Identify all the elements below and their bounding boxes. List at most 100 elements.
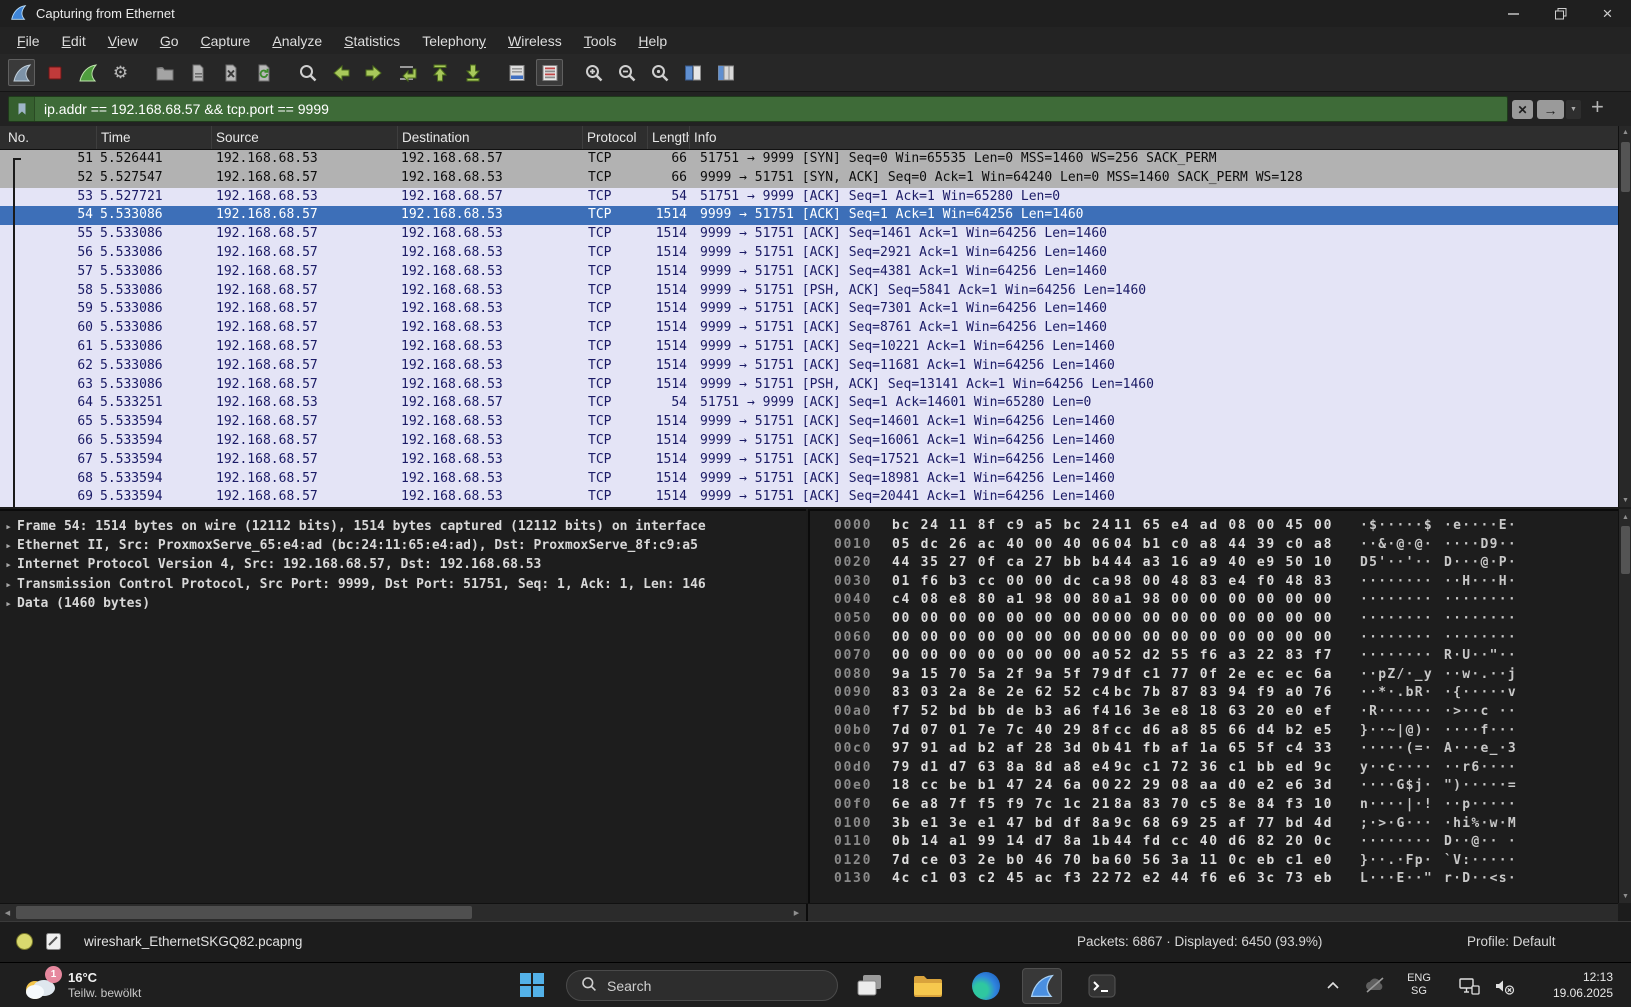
packet-row[interactable]: 54 5.533086 192.168.68.57 192.168.68.53 TCP 1… (0, 206, 1618, 226)
menu-view[interactable]: View (97, 30, 149, 52)
filter-bookmark-icon[interactable] (9, 97, 35, 121)
menu-file[interactable]: File (6, 30, 51, 52)
columns-button[interactable] (712, 59, 739, 86)
hex-row[interactable]: 00e0 18 cc be b1 47 24 6a 00 22 29 08 aa d… (834, 777, 1618, 796)
close-button[interactable]: × (1584, 0, 1631, 27)
hex-row[interactable]: 0070 00 00 00 00 00 00 00 a0 52 d2 55 f6 a… (834, 647, 1618, 666)
zoom-out-button[interactable] (613, 59, 640, 86)
minimize-button[interactable] (1490, 0, 1537, 27)
filter-apply-button[interactable]: → (1537, 100, 1564, 119)
hex-row[interactable]: 0090 83 03 2a 8e 2e 62 52 c4 bc 7b 87 83 9… (834, 684, 1618, 703)
open-file-button[interactable] (151, 59, 178, 86)
find-packet-button[interactable] (294, 59, 321, 86)
tray-chevron[interactable] (1326, 963, 1340, 1007)
hex-row[interactable]: 0080 9a 15 70 5a 2f 9a 5f 79 df c1 77 0f 2… (834, 666, 1618, 685)
colorize-packets-button[interactable] (536, 59, 563, 86)
packet-row[interactable]: 51 5.526441 192.168.68.53 192.168.68.57 TCP 6… (0, 150, 1618, 169)
weather-widget[interactable]: 1 16°C Teilw. bewölkt (22, 966, 141, 1003)
menu-wireless[interactable]: Wireless (497, 30, 573, 52)
detail-line[interactable]: ▸ Internet Protocol Version 4, Src: 192.1… (0, 555, 806, 574)
filter-clear-button[interactable]: ✕ (1512, 100, 1533, 119)
packet-row[interactable]: 65 5.533594 192.168.68.57 192.168.68.53 TCP 1… (0, 413, 1618, 432)
profile-selector[interactable]: Profile: Default (1467, 934, 1556, 949)
resize-columns-button[interactable] (679, 59, 706, 86)
display-filter-input[interactable]: ip.addr == 192.168.68.57 && tcp.port == … (8, 96, 1508, 122)
expand-caret-icon[interactable]: ▸ (0, 517, 17, 536)
horizontal-scrollbar[interactable]: ◀ ▶ (0, 903, 1618, 922)
onedrive-icon[interactable] (1364, 963, 1386, 1007)
hex-row[interactable]: 0000 bc 24 11 8f c9 a5 bc 24 11 65 e4 ad 0… (834, 517, 1618, 536)
menu-help[interactable]: Help (627, 30, 678, 52)
detail-line[interactable]: ▸ Ethernet II, Src: ProxmoxServe_65:e4:ad… (0, 536, 806, 555)
hex-row[interactable]: 0130 4c c1 03 c2 45 ac f3 22 72 e2 44 f6 e… (834, 870, 1618, 889)
scrollbar-thumb[interactable] (16, 906, 472, 919)
go-top-button[interactable] (426, 59, 453, 86)
packet-row[interactable]: 52 5.527547 192.168.68.57 192.168.68.53 TCP 6… (0, 168, 1618, 188)
hex-row[interactable]: 0110 0b 14 a1 99 14 d7 8a 1b 44 fd cc 40 d… (834, 833, 1618, 852)
reload-file-button[interactable] (250, 59, 277, 86)
filter-dropdown-caret[interactable]: ▼ (1566, 100, 1581, 119)
wireshark-taskbar-button[interactable] (1022, 968, 1062, 1004)
task-view-button[interactable] (850, 971, 890, 1001)
capture-options-button[interactable]: ⚙ (107, 59, 134, 86)
packet-row[interactable]: 59 5.533086 192.168.68.57 192.168.68.53 TCP 1… (0, 300, 1618, 320)
hex-row[interactable]: 0040 c4 08 e8 80 a1 98 00 80 a1 98 00 00 0… (834, 591, 1618, 610)
hex-row[interactable]: 0060 00 00 00 00 00 00 00 00 00 00 00 00 0… (834, 629, 1618, 648)
hex-row[interactable]: 0050 00 00 00 00 00 00 00 00 00 00 00 00 0… (834, 610, 1618, 629)
filter-add-button[interactable]: + (1591, 94, 1604, 120)
taskbar-clock[interactable]: 12:13 19.06.2025 (1528, 963, 1613, 1007)
start-button[interactable] (519, 972, 545, 1003)
menu-edit[interactable]: Edit (51, 30, 97, 52)
start-capture-button[interactable] (8, 59, 35, 86)
packet-row[interactable]: 57 5.533086 192.168.68.57 192.168.68.53 TCP 1… (0, 262, 1618, 282)
hex-row[interactable]: 0100 3b e1 3e e1 47 bd df 8a 9c 68 69 25 a… (834, 815, 1618, 834)
scrollbar-thumb[interactable] (1621, 142, 1630, 192)
hex-row[interactable]: 0010 05 dc 26 ac 40 00 40 06 04 b1 c0 a8 4… (834, 536, 1618, 555)
close-file-button[interactable] (217, 59, 244, 86)
hex-row[interactable]: 00f0 6e a8 7f f5 f9 7c 1c 21 8a 83 70 c5 8… (834, 796, 1618, 815)
packet-list-scrollbar[interactable]: ▲ ▼ (1618, 126, 1631, 507)
scroll-down-icon[interactable]: ▼ (1619, 890, 1631, 903)
scroll-down-icon[interactable]: ▼ (1619, 494, 1631, 507)
menu-capture[interactable]: Capture (190, 30, 262, 52)
packet-row[interactable]: 66 5.533594 192.168.68.57 192.168.68.53 TCP 1… (0, 431, 1618, 451)
hex-row[interactable]: 00b0 7d 07 01 7e 7c 40 29 8f cc d6 a8 85 6… (834, 722, 1618, 741)
menu-telephony[interactable]: Telephony (411, 30, 497, 52)
hex-row[interactable]: 0120 7d ce 03 2e b0 46 70 ba 60 56 3a 11 0… (834, 852, 1618, 871)
zoom-in-button[interactable] (580, 59, 607, 86)
scroll-up-icon[interactable]: ▲ (1619, 511, 1631, 524)
expand-caret-icon[interactable]: ▸ (0, 555, 17, 574)
menu-analyze[interactable]: Analyze (261, 30, 333, 52)
zoom-original-button[interactable] (646, 59, 673, 86)
packet-row[interactable]: 62 5.533086 192.168.68.57 192.168.68.53 TCP 1… (0, 356, 1618, 376)
hex-row[interactable]: 00a0 f7 52 bd bb de b3 a6 f4 16 3e e8 18 6… (834, 703, 1618, 722)
column-header-length[interactable]: Length (648, 126, 690, 149)
packet-row[interactable]: 67 5.533594 192.168.68.57 192.168.68.53 TCP 1… (0, 450, 1618, 470)
scroll-left-icon[interactable]: ◀ (0, 904, 15, 922)
packet-row[interactable]: 58 5.533086 192.168.68.57 192.168.68.53 TCP 1… (0, 281, 1618, 301)
hex-row[interactable]: 00c0 97 91 ad b2 af 28 3d 0b 41 fb af 1a 6… (834, 740, 1618, 759)
file-explorer-button[interactable] (908, 971, 948, 1001)
menu-go[interactable]: Go (149, 30, 190, 52)
restart-capture-button[interactable] (74, 59, 101, 86)
packet-row[interactable]: 64 5.533251 192.168.68.53 192.168.68.57 TCP 5… (0, 394, 1618, 414)
packet-row[interactable]: 55 5.533086 192.168.68.57 192.168.68.53 TCP 1… (0, 225, 1618, 244)
scroll-up-icon[interactable]: ▲ (1619, 126, 1631, 139)
bytes-pane-scrollbar[interactable]: ▲ ▼ (1618, 509, 1631, 903)
terminal-button[interactable] (1082, 971, 1122, 1001)
detail-line[interactable]: ▸ Frame 54: 1514 bytes on wire (12112 bit… (0, 517, 806, 536)
scroll-right-icon[interactable]: ▶ (789, 904, 804, 922)
expert-info-icon[interactable] (16, 933, 33, 950)
restore-button[interactable] (1537, 0, 1584, 27)
packet-row[interactable]: 63 5.533086 192.168.68.57 192.168.68.53 TCP 1… (0, 375, 1618, 395)
packet-row[interactable]: 56 5.533086 192.168.68.57 192.168.68.53 TCP 1… (0, 243, 1618, 263)
hex-row[interactable]: 0030 01 f6 b3 cc 00 00 dc ca 98 00 48 83 e… (834, 573, 1618, 592)
column-header-no[interactable]: No. (0, 126, 97, 149)
capture-comment-icon[interactable] (46, 933, 61, 950)
go-to-packet-button[interactable] (393, 59, 420, 86)
menu-statistics[interactable]: Statistics (333, 30, 411, 52)
auto-scroll-button[interactable] (503, 59, 530, 86)
scrollbar-thumb[interactable] (1621, 526, 1630, 574)
go-back-button[interactable] (327, 59, 354, 86)
language-indicator[interactable]: ENG SG (1401, 963, 1437, 1007)
